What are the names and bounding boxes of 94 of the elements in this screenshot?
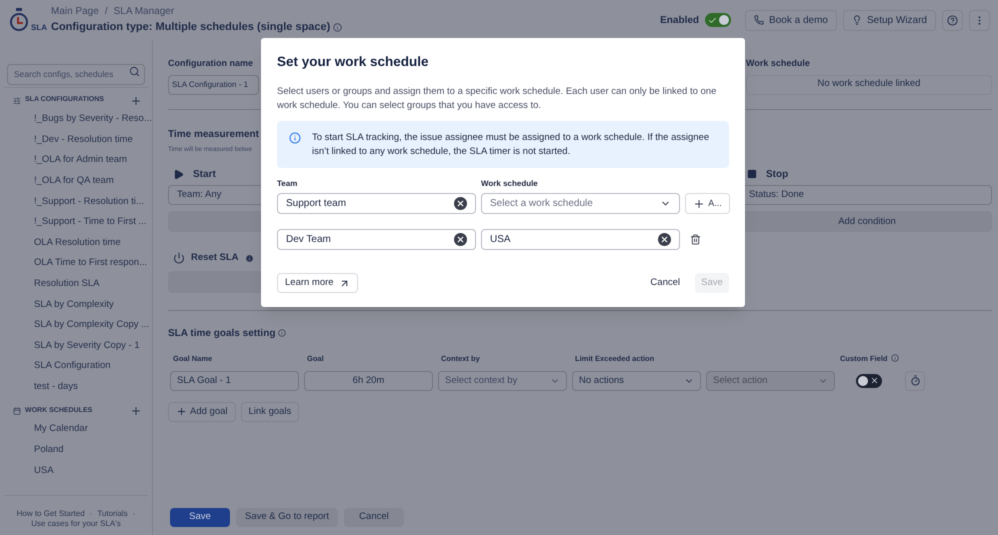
info-icon (289, 132, 301, 144)
sidebar-item[interactable]: USA (0, 460, 152, 482)
plus-icon (693, 198, 706, 210)
enabled-label: Enabled (660, 14, 700, 28)
sidebar-item[interactable]: My Calendar (0, 419, 152, 440)
clear-icon[interactable] (658, 233, 671, 246)
team-field[interactable]: Support team (277, 193, 476, 214)
action-select[interactable]: No actions (572, 370, 701, 391)
add-icon[interactable] (130, 94, 142, 106)
config-name-field[interactable]: SLA Configuration - 1 (168, 74, 259, 94)
info-icon (278, 329, 286, 337)
help-icon (947, 14, 958, 26)
context-select[interactable]: Select context by (438, 370, 567, 391)
condition-field[interactable]: Status: Done (742, 185, 992, 206)
sidebar-item[interactable]: OLA Resolution time (0, 232, 152, 254)
sidebar-item[interactable]: Poland (0, 440, 152, 460)
stopwatch-icon (9, 8, 29, 32)
sidebar-item[interactable]: SLA by Severity Copy - 1 (0, 336, 152, 356)
sidebar-item[interactable]: !_OLA for Admin team (0, 150, 152, 171)
separator-dot: · (132, 509, 136, 519)
setup-wizard-button[interactable]: Setup Wizard (842, 10, 936, 30)
save-button[interactable]: Save (170, 508, 230, 527)
info-icon (890, 354, 899, 362)
toggle-switch[interactable] (705, 13, 732, 27)
help-button[interactable] (942, 10, 963, 30)
info-text: To start SLA tracking, the issue assignee must be assigned to a work schedule. If the assignee isn’t linked to any work schedule, the SLA timer is not started. (312, 131, 710, 158)
cancel-button[interactable]: Cancel (344, 508, 404, 527)
sidebar-item[interactable]: !_OLA for QA team (0, 170, 152, 192)
sidebar-item[interactable]: !_Support - Resolution ti... (0, 191, 152, 212)
sidebar-item[interactable]: !_Support - Time to First ... (0, 212, 152, 233)
sidebar-item[interactable]: Resolution SLA (0, 274, 152, 294)
calendar-icon (13, 406, 21, 415)
search-icon (129, 66, 140, 77)
breadcrumb-link[interactable]: SLA Manager (114, 4, 174, 20)
add-button[interactable]: A... (685, 193, 730, 214)
cancel-button[interactable]: Cancel (646, 273, 684, 293)
sidebar-item[interactable]: !_Bugs by Severity - Reso... (0, 109, 152, 130)
link-goals-button[interactable]: Link goals (240, 402, 300, 422)
plus-icon (176, 406, 187, 418)
toggle-switch[interactable] (856, 374, 882, 388)
stop-icon (747, 169, 757, 180)
add-goal-button[interactable]: Add goal (168, 402, 236, 422)
power-icon (173, 252, 185, 264)
timer-button[interactable] (905, 370, 925, 391)
reset-label: Reset SLA (191, 251, 239, 266)
clear-icon[interactable] (454, 197, 467, 210)
footer-link[interactable]: Use cases for your SLA's (31, 519, 121, 529)
phone-icon (754, 15, 764, 25)
section-title: SLA time goals setting (168, 326, 276, 340)
column-label: Team (277, 178, 298, 190)
sidebar-item[interactable]: !_Dev - Resolution time (0, 130, 152, 150)
schedule-field[interactable]: USA (481, 229, 680, 250)
stopwatch-icon (910, 375, 920, 386)
field-label: Configuration name (168, 57, 254, 70)
add-condition-button[interactable]: Add condition (742, 211, 992, 232)
goal-name-field[interactable]: SLA Goal - 1 (170, 370, 299, 391)
clear-icon[interactable] (454, 233, 467, 246)
modal-description: Select users or groups and assign them to a specific work schedule. Each user can only be linked to one work schedule. You can select groups that you have access to. (277, 85, 718, 112)
goal-field[interactable]: 6h 20m (304, 370, 433, 391)
save-report-button[interactable]: Save & Go to report (236, 508, 338, 527)
start-label: Start (193, 168, 216, 182)
add-icon[interactable] (130, 404, 142, 417)
breadcrumb-link[interactable]: Main Page (51, 4, 99, 20)
search-field[interactable]: Search configs, schedules (7, 64, 145, 84)
column-label: Work schedule (481, 178, 539, 190)
sliders-icon (13, 96, 21, 104)
sidebar-item[interactable]: OLA Time to First respon... (0, 253, 152, 274)
page-title: Configuration type: Multiple schedules (single space) (51, 20, 330, 36)
section-title: Time measurement (168, 128, 259, 142)
separator-dot: · (90, 509, 92, 519)
sidebar-item[interactable]: test - days (0, 376, 152, 398)
x-icon (870, 376, 879, 386)
sidebar-item[interactable]: SLA Configuration (0, 356, 152, 377)
learn-more-button[interactable]: Learn more (277, 273, 358, 293)
trash-icon[interactable] (690, 234, 701, 246)
logo-text: SLA (31, 24, 47, 32)
check-icon (708, 16, 718, 24)
footer-link[interactable]: Tutorials (97, 509, 128, 519)
breadcrumb-separator: / (104, 5, 108, 20)
modal-title: Set your work schedule (277, 53, 430, 71)
play-icon (173, 168, 184, 180)
sidebar-item[interactable]: SLA by Complexity (0, 294, 152, 315)
stop-label: Stop (766, 168, 788, 182)
work-schedule-field[interactable]: No work schedule linked (746, 74, 992, 94)
lightbulb-icon (852, 15, 862, 25)
sidebar-item[interactable]: SLA by Complexity Copy ... (0, 314, 152, 336)
footer-link[interactable]: How to Get Started (16, 509, 85, 519)
book-demo-button[interactable]: Book a demo (745, 10, 837, 30)
schedule-select[interactable]: Select a work schedule (481, 193, 680, 214)
info-icon (333, 23, 342, 32)
field-label: Work schedule (746, 57, 811, 70)
info-icon (244, 254, 254, 263)
team-field[interactable]: Dev Team (277, 229, 476, 250)
external-link-icon (338, 278, 350, 288)
